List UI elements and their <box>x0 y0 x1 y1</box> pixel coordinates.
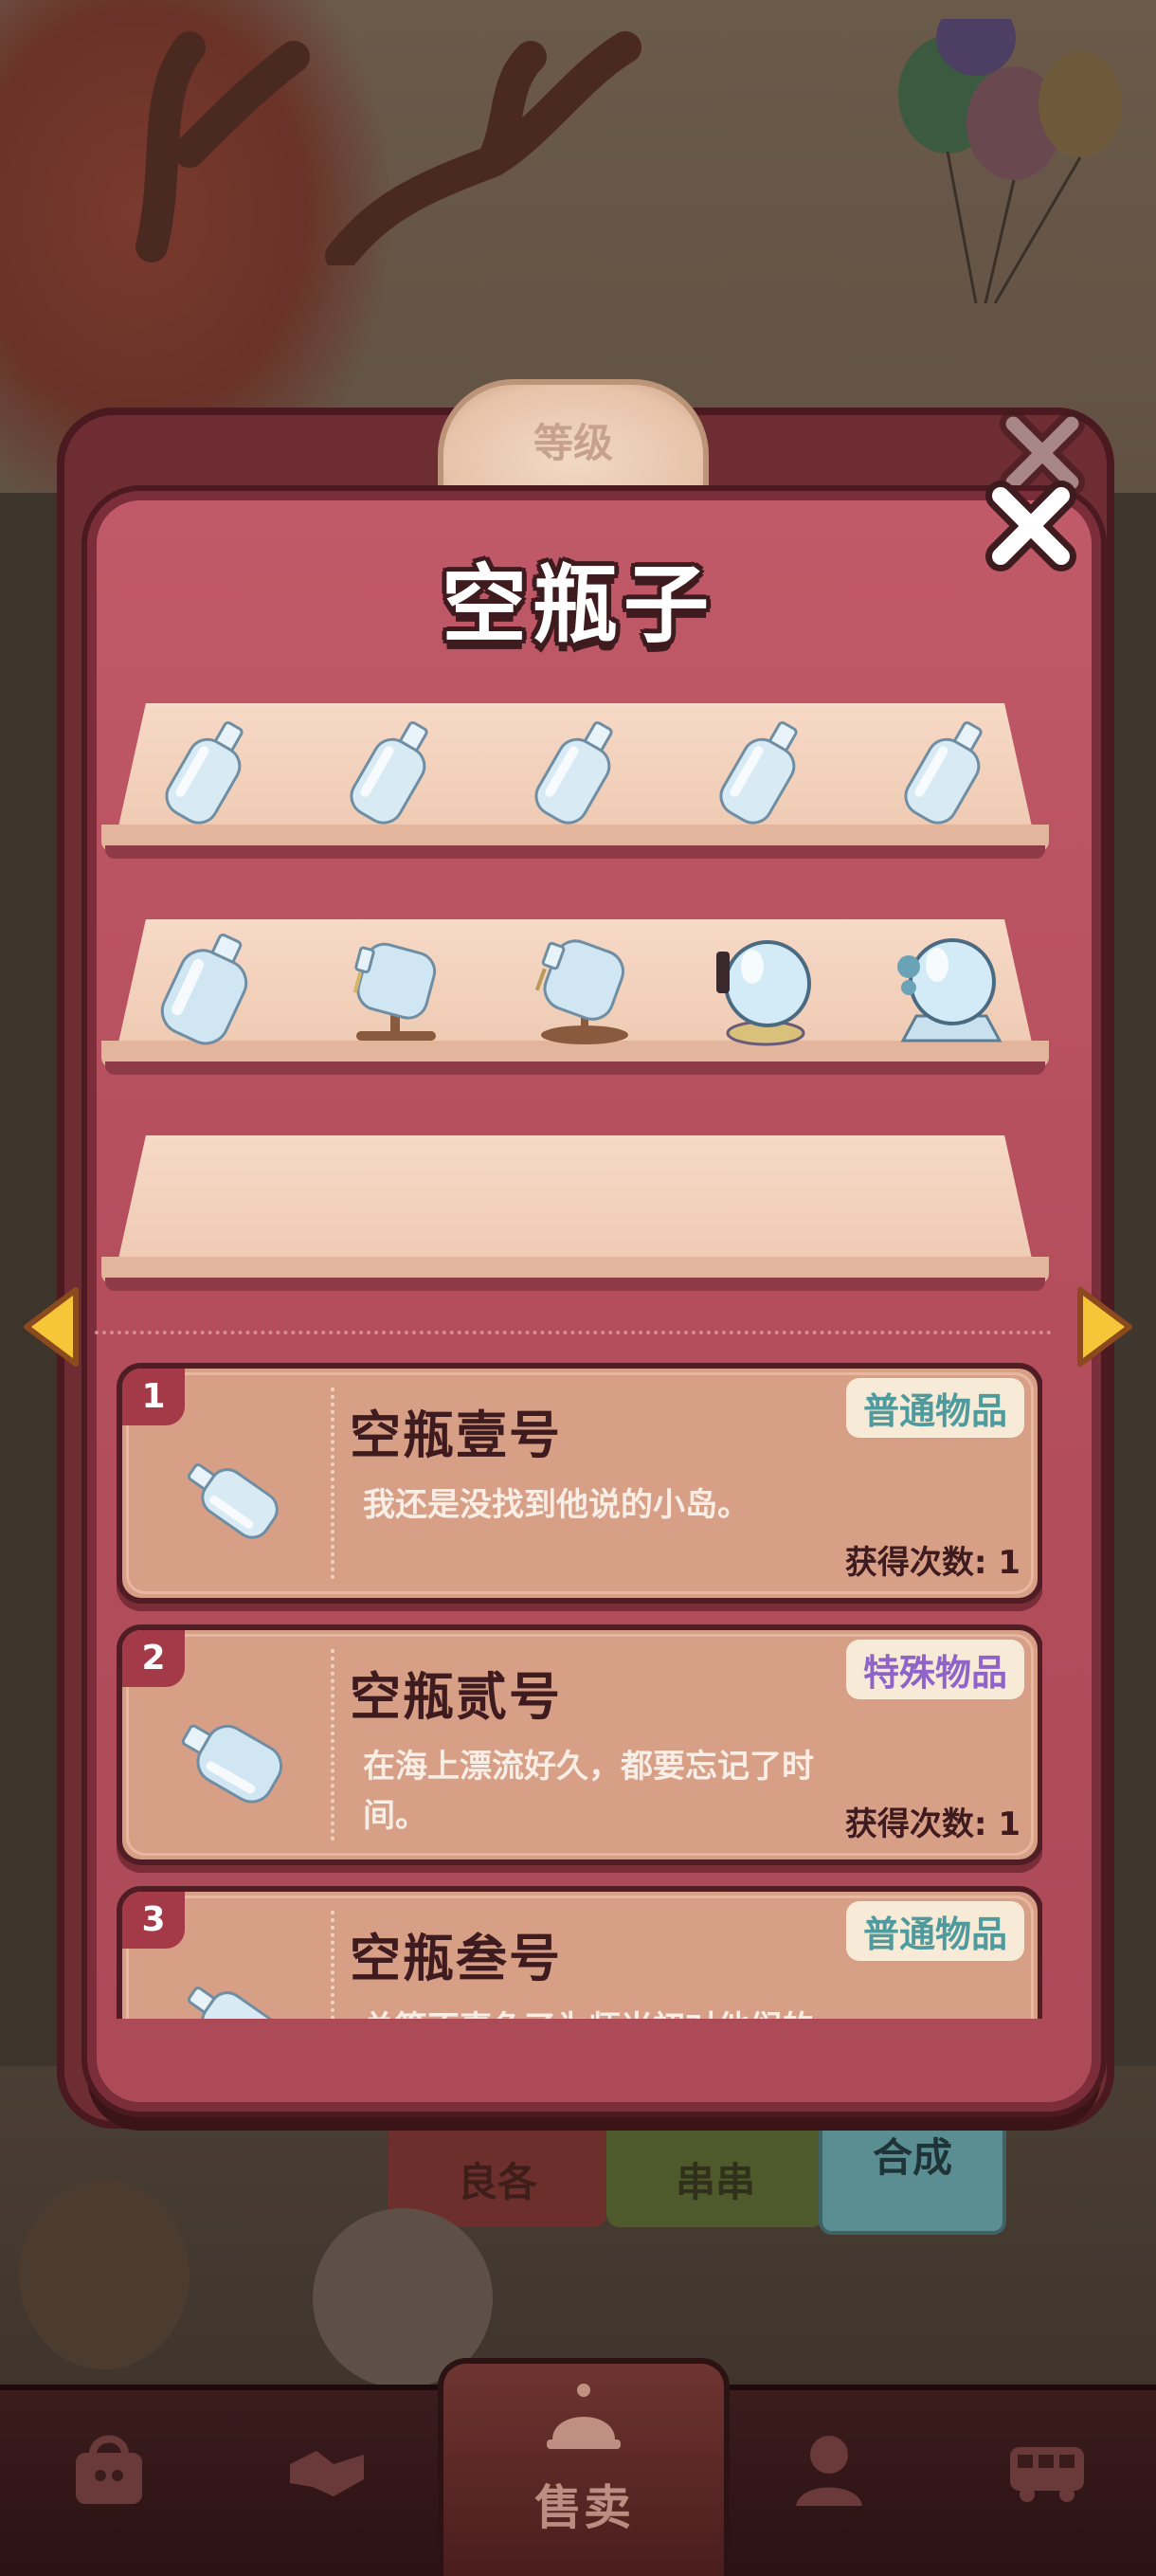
bottle-icon <box>187 1463 279 1539</box>
background-antlers <box>135 31 641 265</box>
shelf-bottle-6[interactable] <box>149 929 272 1052</box>
item-description: 在海上漂流好久，都要忘记了时间。 <box>363 1748 814 1835</box>
crystal-ball-icon <box>897 938 1002 1043</box>
crystal-ball-icon <box>716 940 811 1046</box>
list-item[interactable]: 1 空瓶壹号 普通物品 我还是没找到他说的小岛。 获得次数: 1 <box>117 1363 1042 1604</box>
nav-sell[interactable]: 售卖 <box>438 2358 730 2576</box>
bottle-icon <box>534 721 613 825</box>
background-balloons <box>898 19 1122 303</box>
shelf-1 <box>101 703 1049 859</box>
bottle-on-stand-icon <box>352 942 437 1041</box>
shelf-3 <box>101 1135 1049 1291</box>
bag-icon <box>76 2435 142 2504</box>
bottle-icon <box>187 1986 279 2019</box>
nav-travel[interactable] <box>976 2409 1118 2561</box>
shelf-bottle-5[interactable] <box>888 713 1011 836</box>
bottle-icon <box>719 721 798 825</box>
shelf-2 <box>101 919 1049 1075</box>
nav-sell-label: 售卖 <box>534 2480 633 2535</box>
item-description: 总算不辜负了为师当初对他们的 <box>363 2004 856 2019</box>
item-list[interactable]: 1 空瓶壹号 普通物品 我还是没找到他说的小岛。 获得次数: 1 2 空瓶贰号 … <box>114 1355 1042 2019</box>
background-character-girl <box>19 2180 190 2369</box>
list-item[interactable]: 3 空瓶叁号 普通物品 总算不辜负了为师当初对他们的 <box>117 1886 1042 2019</box>
shelf-bottle-3[interactable] <box>518 713 641 836</box>
nav-bag[interactable] <box>38 2409 180 2561</box>
item-number: 1 <box>122 1369 185 1425</box>
item-obtained-count: 获得次数: 1 <box>844 1544 1021 1582</box>
close-x-icon[interactable] <box>984 479 1078 573</box>
shelf-bottle-1[interactable] <box>149 713 272 836</box>
arrow-right-icon[interactable] <box>1075 1284 1137 1370</box>
bottle-icon <box>904 721 983 825</box>
shelf-bottle-10[interactable] <box>888 929 1011 1052</box>
background-tab-2-label: 串串 <box>675 2159 755 2205</box>
background-tab-1-label: 良各 <box>457 2159 537 2205</box>
bus-icon <box>1010 2447 1084 2502</box>
person-icon <box>796 2436 862 2506</box>
item-number: 3 <box>122 1892 185 1949</box>
shelf-bottle-7[interactable] <box>334 929 457 1052</box>
dialog-divider <box>95 1331 1052 1334</box>
shelf-bottle-8[interactable] <box>518 929 641 1052</box>
item-name: 空瓶叁号 <box>350 1929 562 1988</box>
item-description: 我还是没找到他说的小岛。 <box>363 1486 750 1524</box>
shelf-bottle-9[interactable] <box>703 929 826 1052</box>
bottle-icon <box>165 721 244 825</box>
item-obtained-count: 获得次数: 1 <box>844 1805 1021 1843</box>
item-number: 2 <box>122 1630 185 1687</box>
bottle-large-icon <box>181 1724 283 1804</box>
item-name: 空瓶壹号 <box>350 1406 562 1465</box>
handshake-icon <box>290 2451 364 2496</box>
dialog-title: 空瓶子 <box>442 555 714 655</box>
item-rarity-badge: 普通物品 <box>845 1378 1024 1438</box>
list-item[interactable]: 2 空瓶贰号 特殊物品 在海上漂流好久，都要忘记了时间。 获得次数: 1 <box>117 1624 1042 1865</box>
background-tab-synthesis-label: 合成 <box>872 2134 952 2181</box>
arrow-left-icon[interactable] <box>19 1284 81 1370</box>
level-badge-label: 等级 <box>533 420 613 466</box>
item-name: 空瓶贰号 <box>350 1667 562 1727</box>
bell-icon <box>547 2384 621 2449</box>
bottle-on-stand-icon <box>534 939 628 1044</box>
bottle-large-icon <box>160 934 248 1045</box>
item-rarity-badge: 特殊物品 <box>845 1640 1024 1699</box>
shelf-bottle-2[interactable] <box>334 713 457 836</box>
item-rarity-badge: 普通物品 <box>845 1901 1024 1961</box>
background-building-left <box>0 493 57 2294</box>
bottle-icon <box>350 721 428 825</box>
shelf-bottle-4[interactable] <box>703 713 826 836</box>
nav-trade[interactable] <box>256 2409 398 2561</box>
nav-character[interactable] <box>758 2409 900 2561</box>
